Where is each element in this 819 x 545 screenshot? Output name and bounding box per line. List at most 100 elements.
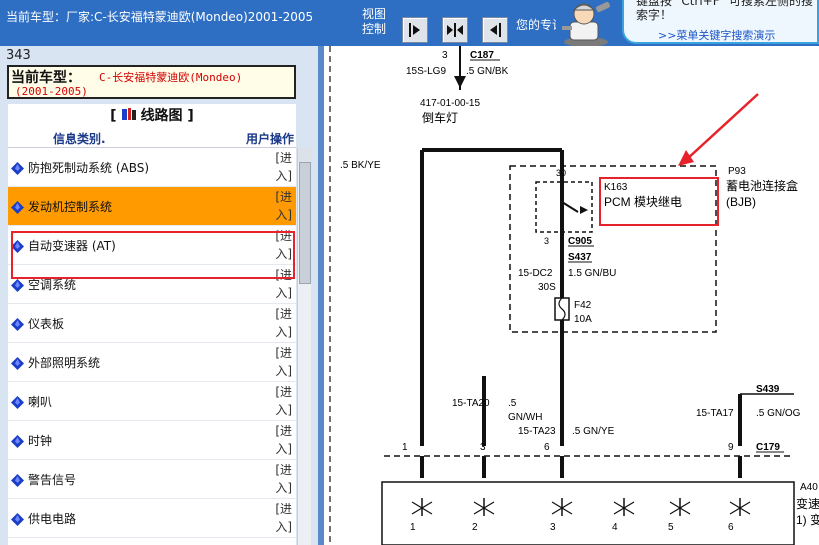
module-pin-label: 2 (472, 522, 478, 533)
a40-label: A40 (800, 482, 818, 493)
vehicle-title: 当前车型：厂家:C-长安福特蒙迪欧(Mondeo)2001-2005 (6, 10, 314, 24)
module-pin-label: 1 (410, 522, 416, 533)
category-row[interactable]: 仪表板 [进入] (8, 304, 296, 343)
current-model-name: C-长安福特蒙迪欧(Mondeo) (99, 71, 243, 84)
category-row[interactable]: 防抱死制动系统 (ABS) [进入] (8, 148, 296, 187)
reverse-lamp-label: 倒车灯 (422, 110, 458, 125)
top-bar: 当前车型：厂家:C-长安福特蒙迪欧(Mondeo)2001-2005 视图控制 … (0, 0, 819, 46)
pin30-label: 30 (556, 168, 566, 178)
module-desc-2: 1) 变 (796, 512, 819, 527)
pin3-label: 3 (480, 442, 486, 453)
diamond-icon (11, 435, 24, 448)
hint-text: 键盘按 "Ctrl+F" 可搜索左侧的搜索字！ (636, 0, 813, 22)
scroll-up-button[interactable] (298, 148, 312, 162)
col-category: 信息类别. (53, 132, 106, 146)
mascot-icon (562, 1, 610, 46)
module-pin-label: 4 (612, 522, 618, 533)
module-desc-1: 变速 (796, 496, 819, 511)
dc2-label: 15-DC2 (518, 268, 553, 279)
pin3-top-label: 3 (442, 50, 448, 61)
category-row[interactable]: 自动变速器 (AT) [进入] (8, 226, 296, 265)
current-model-label: 当前车型： (11, 70, 81, 86)
diamond-icon (11, 201, 24, 214)
pin1-label: 1 (402, 442, 408, 453)
wiring-diagram[interactable]: 3 C187 15S-LG9 .5 GN/BK 417-01-00-15 倒车灯… (324, 46, 819, 545)
fit-width-icon (447, 23, 463, 37)
category-row[interactable]: 时钟 [进入] (8, 421, 296, 460)
bjb-name: 蓄电池连接盒 (726, 178, 798, 193)
module-pin-label: 5 (668, 522, 674, 533)
s437-label: S437 (568, 252, 592, 263)
prev-page-button[interactable] (482, 17, 508, 43)
annotation-arrow (685, 93, 759, 161)
category-label: 时钟 (28, 434, 53, 448)
diamond-icon (11, 318, 24, 331)
enter-link[interactable]: [进入] (270, 266, 292, 302)
ta20-label: 15-TA20 (452, 398, 490, 409)
module-pin-label: 6 (728, 522, 734, 533)
category-label: 发动机控制系统 (28, 200, 113, 214)
notice-text: 您的专论：0 (516, 18, 556, 32)
c905-label: C905 (568, 236, 592, 247)
connector-arrow (454, 76, 466, 88)
category-row[interactable]: 警告信号 [进入] (8, 460, 296, 499)
diamond-icon (11, 396, 24, 409)
current-model-years: (2001-2005) (15, 85, 88, 98)
diamond-icon (11, 240, 24, 253)
ta17-color: .5 GN/OG (756, 408, 801, 419)
diamond-icon (11, 162, 24, 175)
hint-box: 键盘按 "Ctrl+F" 可搜索左侧的搜索字！ >>菜单关键字搜索演示 (622, 0, 819, 44)
category-label: 警告信号 (28, 473, 77, 487)
s439-label: S439 (756, 384, 780, 395)
pin9-label: 9 (728, 442, 734, 453)
diamond-icon (11, 279, 24, 292)
pin3-relay-label: 3 (544, 236, 549, 246)
category-row[interactable]: 喇叭 [进入] (8, 382, 296, 421)
relay-switch (561, 201, 579, 213)
enter-link[interactable]: [进入] (270, 227, 292, 263)
ta20-size: .5 (508, 398, 517, 409)
f42-amp: 10A (574, 314, 592, 325)
app-window: 当前车型：厂家:C-长安福特蒙迪欧(Mondeo)2001-2005 视图控制 … (0, 0, 819, 545)
diamond-icon (11, 357, 24, 370)
book-icon (121, 108, 136, 120)
left-panel: 343 当前车型： C-长安福特蒙迪欧(Mondeo) (2001-2005) … (0, 46, 318, 545)
category-row[interactable]: 空调系统 [进入] (8, 265, 296, 304)
enter-link[interactable]: [进入] (270, 149, 292, 185)
enter-link[interactable]: [进入] (270, 383, 292, 419)
k163-label: K163 (604, 182, 628, 193)
module-pins: 1 2 3 4 5 6 (410, 498, 751, 533)
col-action: 用户操作 (245, 132, 294, 146)
view-control-label: 视图控制 (362, 7, 387, 36)
current-model-box: 当前车型： C-长安福特蒙迪欧(Mondeo) (2001-2005) (7, 65, 296, 99)
ta17-label: 15-TA17 (696, 408, 734, 419)
s30-label: 30S (538, 282, 556, 293)
relay-label: PCM 模块继电 (604, 195, 682, 209)
category-row[interactable]: 外部照明系统 [进入] (8, 343, 296, 382)
left-wire-label: .5 BK/YE (340, 160, 381, 171)
fit-page-button[interactable] (442, 17, 468, 43)
category-label: 供电电路 (28, 512, 77, 526)
diamond-icon (11, 513, 24, 526)
enter-link[interactable]: [进入] (270, 305, 292, 341)
scroll-thumb[interactable] (299, 162, 311, 284)
ta23-color: .5 GN/YE (572, 426, 615, 437)
enter-link[interactable]: [进入] (270, 188, 292, 224)
gnwh-label: GN/WH (508, 412, 542, 423)
module-pin-label: 3 (550, 522, 556, 533)
arrow-right-icon (409, 23, 420, 37)
category-row[interactable]: 发动机控制系统 [进入] (8, 187, 296, 226)
enter-link[interactable]: [进入] (270, 344, 292, 380)
wire-top-color: .5 GN/BK (466, 66, 509, 77)
wiring-diagram-svg: 3 C187 15S-LG9 .5 GN/BK 417-01-00-15 倒车灯… (329, 46, 819, 545)
search-demo-link[interactable]: >>菜单关键字搜索演示 (658, 27, 775, 43)
category-label: 防抱死制动系统 (ABS) (28, 161, 150, 175)
category-row[interactable]: 供电电路 [进入] (8, 499, 296, 538)
enter-link[interactable]: [进入] (270, 461, 292, 497)
next-page-button[interactable] (402, 17, 428, 43)
part-num-label: 417-01-00-15 (420, 98, 480, 109)
section-title-text: 线路图 (140, 108, 183, 124)
list-scrollbar[interactable] (297, 148, 312, 545)
enter-link[interactable]: [进入] (270, 500, 292, 536)
enter-link[interactable]: [进入] (270, 422, 292, 458)
